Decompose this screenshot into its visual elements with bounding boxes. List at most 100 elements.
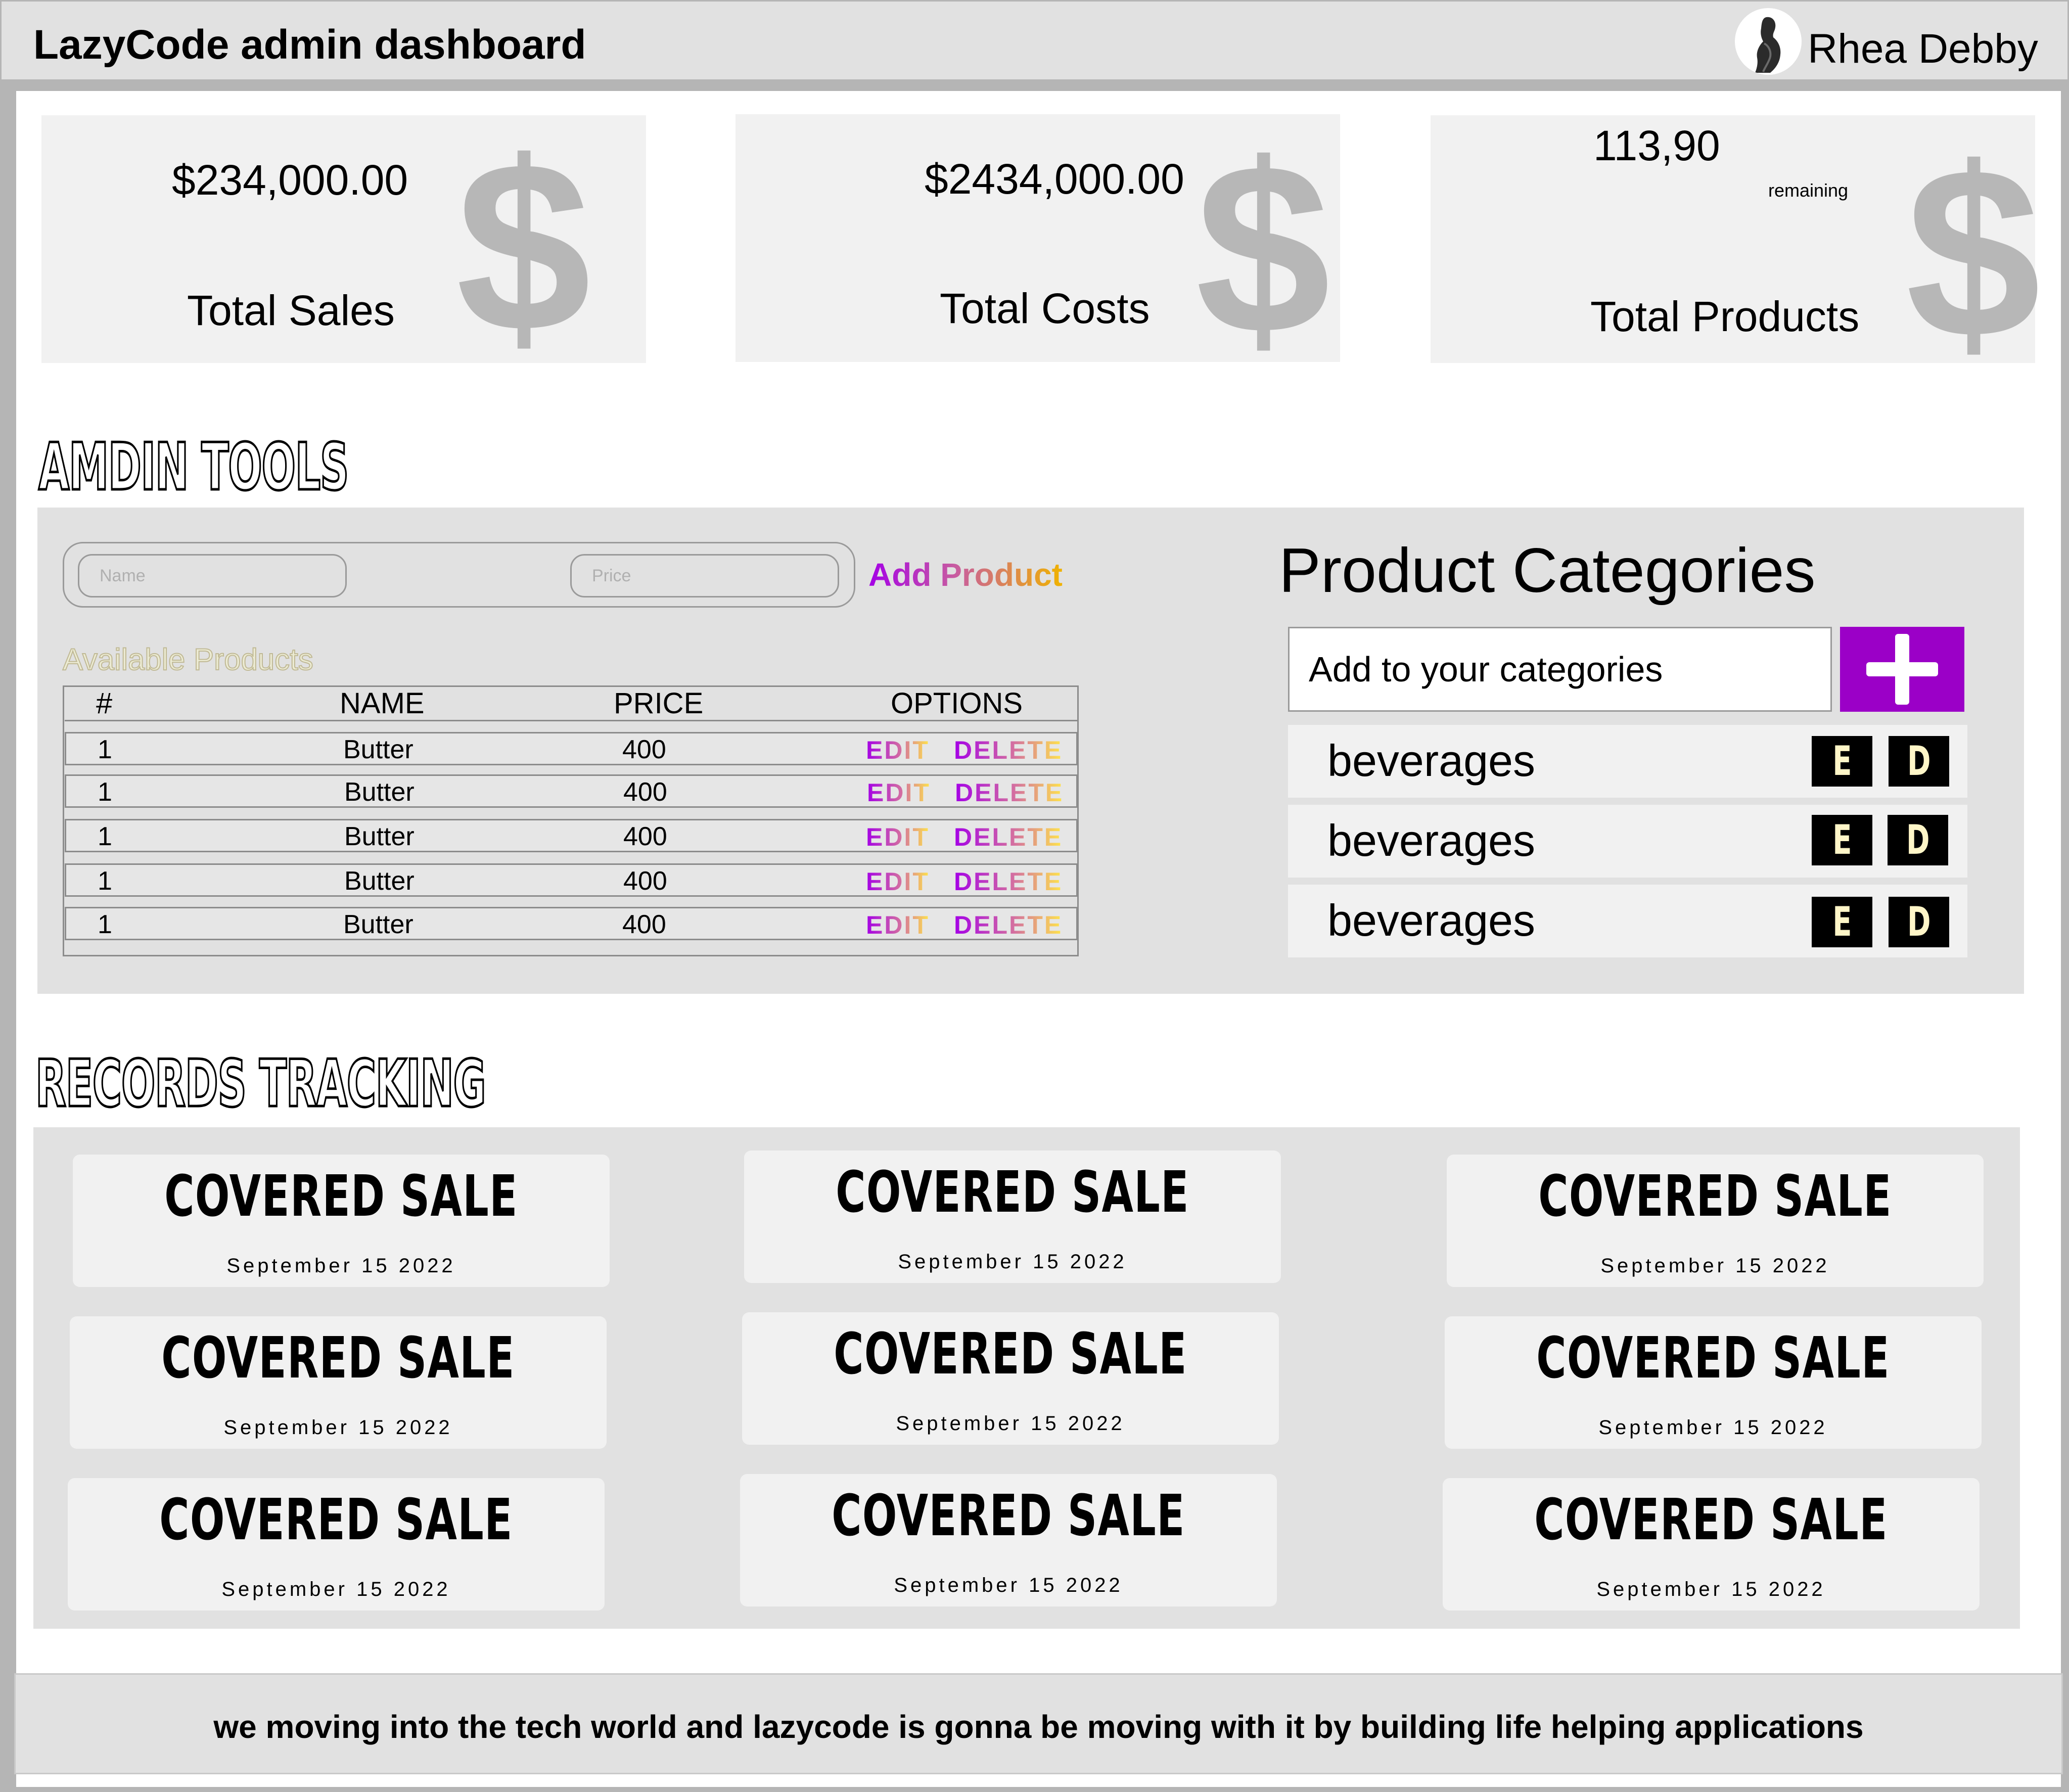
table-row: 1 Butter 400 EDIT DELETE bbox=[65, 907, 1078, 940]
stat-value: $234,000.00 bbox=[172, 156, 408, 204]
table-header-number: # bbox=[96, 687, 113, 720]
record-card[interactable]: COVERED SALE September 15 2022 bbox=[68, 1478, 605, 1611]
category-edit-button[interactable]: E bbox=[1812, 815, 1872, 865]
dollar-icon: $ bbox=[1906, 117, 2041, 388]
category-item: beverages E D bbox=[1288, 725, 1967, 798]
record-card[interactable]: COVERED SALE September 15 2022 bbox=[70, 1316, 607, 1449]
delete-button[interactable]: DELETE bbox=[954, 867, 1063, 896]
category-edit-button[interactable]: E bbox=[1812, 736, 1872, 787]
stat-label: Total Products bbox=[1590, 293, 1860, 340]
record-card[interactable]: COVERED SALE September 15 2022 bbox=[1447, 1155, 1984, 1287]
records-tracking-heading: RECORDS TRACKING bbox=[34, 1045, 487, 1123]
row-number: 1 bbox=[98, 822, 112, 851]
row-number: 1 bbox=[98, 777, 112, 807]
record-card[interactable]: COVERED SALE September 15 2022 bbox=[742, 1312, 1279, 1445]
table-header-price: PRICE bbox=[614, 687, 704, 720]
table-header-divider bbox=[65, 720, 1078, 721]
record-date: September 15 2022 bbox=[1598, 1416, 1828, 1439]
category-input[interactable] bbox=[1288, 627, 1832, 712]
category-item: beverages E D bbox=[1288, 885, 1967, 957]
available-products-label: Available Products bbox=[62, 642, 314, 677]
record-card[interactable]: COVERED SALE September 15 2022 bbox=[73, 1155, 610, 1287]
stat-label: Total Costs bbox=[940, 285, 1150, 332]
category-delete-label: D bbox=[1907, 738, 1931, 785]
record-card[interactable]: COVERED SALE September 15 2022 bbox=[740, 1474, 1277, 1606]
record-title: COVERED SALE bbox=[834, 1321, 1187, 1387]
record-card[interactable]: COVERED SALE September 15 2022 bbox=[744, 1151, 1281, 1283]
row-price: 400 bbox=[622, 735, 666, 764]
record-title: COVERED SALE bbox=[164, 1164, 518, 1229]
record-date: September 15 2022 bbox=[221, 1578, 451, 1600]
edit-button[interactable]: EDIT bbox=[867, 778, 931, 807]
row-price: 400 bbox=[623, 866, 667, 896]
product-categories-title: Product Categories bbox=[1279, 536, 1816, 606]
edit-button[interactable]: EDIT bbox=[866, 910, 930, 940]
record-card[interactable]: COVERED SALE September 15 2022 bbox=[1445, 1316, 1982, 1449]
delete-button[interactable]: DELETE bbox=[954, 736, 1063, 765]
record-title: COVERED SALE bbox=[1538, 1164, 1892, 1229]
record-title: COVERED SALE bbox=[836, 1160, 1189, 1225]
edit-button[interactable]: EDIT bbox=[866, 822, 930, 852]
admin-tools-heading: AMDIN TOOLS bbox=[37, 429, 349, 507]
category-delete-label: D bbox=[1906, 816, 1930, 863]
product-name-input[interactable] bbox=[78, 554, 347, 598]
stat-value: $2434,000.00 bbox=[925, 155, 1184, 203]
category-name: beverages bbox=[1327, 815, 1535, 865]
table-header-name: NAME bbox=[340, 687, 425, 720]
product-price-input[interactable] bbox=[570, 554, 839, 598]
table-row: 1 Butter 400 EDIT DELETE bbox=[65, 732, 1078, 765]
record-date: September 15 2022 bbox=[898, 1251, 1127, 1273]
footer: we moving into the tech world and lazyco… bbox=[14, 1673, 2063, 1774]
record-title: COVERED SALE bbox=[1536, 1325, 1890, 1391]
user-name[interactable]: Rhea Debby bbox=[1808, 25, 2038, 73]
record-date: September 15 2022 bbox=[894, 1574, 1123, 1596]
category-edit-label: E bbox=[1832, 816, 1852, 863]
row-number: 1 bbox=[98, 866, 112, 896]
record-title: COVERED SALE bbox=[1534, 1487, 1888, 1553]
category-edit-label: E bbox=[1832, 898, 1852, 945]
row-name: Butter bbox=[343, 910, 413, 939]
dollar-icon: $ bbox=[456, 111, 591, 382]
category-item: beverages E D bbox=[1288, 805, 1967, 878]
record-date: September 15 2022 bbox=[1600, 1255, 1830, 1277]
plus-icon-stroke bbox=[1895, 634, 1909, 705]
delete-button[interactable]: DELETE bbox=[955, 778, 1064, 807]
edit-button[interactable]: EDIT bbox=[866, 736, 930, 765]
row-name: Butter bbox=[343, 735, 413, 764]
record-title: COVERED SALE bbox=[159, 1487, 513, 1553]
stat-note: remaining bbox=[1768, 180, 1849, 201]
record-date: September 15 2022 bbox=[226, 1255, 456, 1277]
record-date: September 15 2022 bbox=[223, 1416, 453, 1439]
record-date: September 15 2022 bbox=[1596, 1578, 1826, 1600]
category-edit-button[interactable]: E bbox=[1812, 897, 1872, 947]
table-row: 1 Butter 400 EDIT DELETE bbox=[65, 863, 1078, 897]
stat-card-total-products: 113,90 remaining Total Products $ bbox=[1431, 115, 2041, 374]
row-price: 400 bbox=[623, 777, 667, 807]
add-category-button[interactable] bbox=[1840, 627, 1964, 712]
category-delete-button[interactable]: D bbox=[1889, 897, 1949, 947]
dollar-icon: $ bbox=[1196, 113, 1330, 384]
table-row: 1 Butter 400 EDIT DELETE bbox=[65, 774, 1078, 808]
delete-button[interactable]: DELETE bbox=[954, 822, 1063, 852]
stat-value: 113,90 bbox=[1593, 122, 1720, 169]
category-delete-button[interactable]: D bbox=[1889, 736, 1949, 787]
edit-button[interactable]: EDIT bbox=[866, 867, 930, 896]
table-row: 1 Butter 400 EDIT DELETE bbox=[65, 819, 1078, 852]
user-silhouette-icon bbox=[1735, 8, 1802, 75]
delete-button[interactable]: DELETE bbox=[954, 910, 1063, 940]
record-title: COVERED SALE bbox=[161, 1325, 515, 1391]
row-price: 400 bbox=[623, 822, 667, 851]
category-delete-button[interactable]: D bbox=[1888, 815, 1948, 865]
category-name: beverages bbox=[1327, 895, 1535, 945]
record-title: COVERED SALE bbox=[832, 1483, 1185, 1549]
avatar[interactable] bbox=[1735, 8, 1802, 75]
row-number: 1 bbox=[98, 735, 112, 764]
add-product-button[interactable]: Add Product bbox=[868, 556, 1063, 593]
record-card[interactable]: COVERED SALE September 15 2022 bbox=[1443, 1478, 1980, 1611]
row-name: Butter bbox=[344, 777, 415, 807]
stat-card-total-sales: $234,000.00 Total Sales $ bbox=[41, 115, 646, 368]
row-name: Butter bbox=[344, 866, 415, 896]
category-delete-label: D bbox=[1907, 898, 1931, 945]
row-number: 1 bbox=[98, 910, 112, 939]
row-name: Butter bbox=[344, 822, 415, 851]
